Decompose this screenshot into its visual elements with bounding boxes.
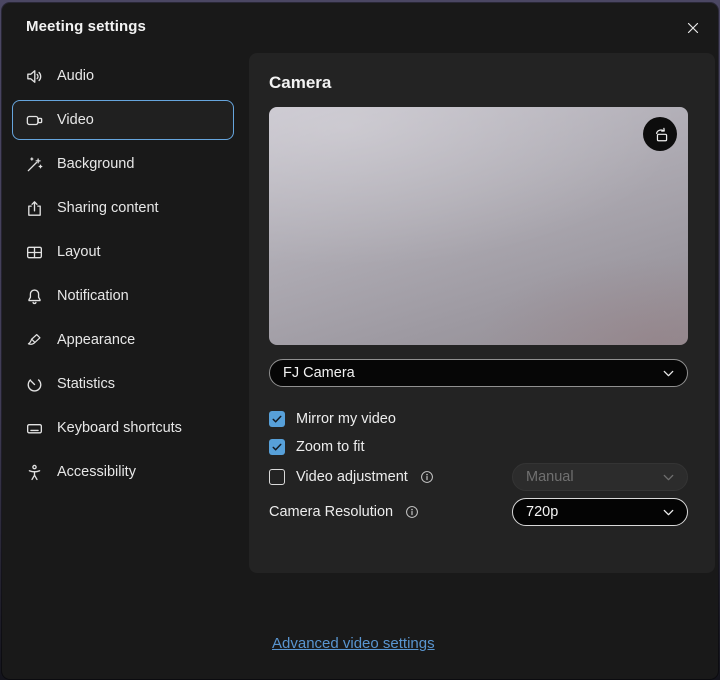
video-adjustment-label: Video adjustment [296,469,408,485]
chevron-down-icon [661,366,676,381]
dialog-title: Meeting settings [26,18,146,35]
sidebar-item-label: Background [57,156,134,172]
sidebar-item-layout[interactable]: Layout [12,232,234,272]
camera-device-select[interactable]: FJ Camera [269,359,688,387]
video-options: Mirror my video Zoom to fit Video adjust… [269,408,715,526]
mirror-video-checkbox[interactable] [269,411,285,427]
sidebar-item-appearance[interactable]: Appearance [12,320,234,360]
sidebar-item-label: Notification [57,288,129,304]
mirror-video-label: Mirror my video [296,411,396,427]
sidebar-item-label: Appearance [57,332,135,348]
video-adjustment-info-button[interactable] [420,470,434,484]
layout-grid-icon [25,243,44,262]
video-adjustment-checkbox[interactable] [269,469,285,485]
zoom-to-fit-option: Zoom to fit [269,436,715,458]
sidebar-item-audio[interactable]: Audio [12,56,234,96]
advanced-video-settings-link[interactable]: Advanced video settings [272,635,435,652]
chevron-down-icon [661,470,676,485]
sidebar-item-sharing-content[interactable]: Sharing content [12,188,234,228]
speaker-icon [25,67,44,86]
flip-camera-button[interactable] [643,117,677,151]
accessibility-icon [25,463,44,482]
chevron-down-icon [661,505,676,520]
info-icon [405,505,419,519]
video-camera-icon [25,111,44,130]
sidebar-item-background[interactable]: Background [12,144,234,184]
video-adjustment-mode-select: Manual [512,463,688,491]
sidebar-item-notification[interactable]: Notification [12,276,234,316]
meeting-settings-dialog: Meeting settings Audio Video [2,3,718,679]
sidebar-item-accessibility[interactable]: Accessibility [12,452,234,492]
sidebar-item-label: Statistics [57,376,115,392]
magic-wand-icon [25,155,44,174]
zoom-to-fit-label: Zoom to fit [296,439,365,455]
camera-resolution-row: Camera Resolution 720p [269,498,688,526]
keyboard-icon [25,419,44,438]
sidebar-item-label: Video [57,112,94,128]
sidebar-item-label: Keyboard shortcuts [57,420,182,436]
flip-camera-icon [651,125,670,144]
info-icon [420,470,434,484]
camera-resolution-info-button[interactable] [405,505,419,519]
sidebar-item-label: Accessibility [57,464,136,480]
video-adjustment-option: Video adjustment [269,469,434,485]
share-icon [25,199,44,218]
check-icon [271,413,283,425]
camera-section-title: Camera [269,73,715,95]
camera-device-value: FJ Camera [283,365,355,381]
sidebar-item-label: Layout [57,244,101,260]
sidebar-item-video[interactable]: Video [12,100,234,140]
screen: Meeting settings Audio Video [0,0,720,680]
gauge-icon [25,375,44,394]
bell-icon [25,287,44,306]
check-icon [271,441,283,453]
video-adjustment-row: Video adjustment Manual [269,463,688,491]
settings-sidebar: Audio Video Background Sharing content [2,52,249,679]
video-adjustment-mode-value: Manual [526,469,574,485]
sidebar-item-statistics[interactable]: Statistics [12,364,234,404]
close-button[interactable] [677,12,709,44]
camera-resolution-labelgroup: Camera Resolution [269,504,419,520]
sidebar-item-label: Sharing content [57,200,159,216]
camera-resolution-select[interactable]: 720p [512,498,688,526]
sidebar-item-label: Audio [57,68,94,84]
camera-resolution-label: Camera Resolution [269,504,393,520]
camera-resolution-value: 720p [526,504,558,520]
camera-preview [269,107,688,345]
video-settings-panel: Camera FJ Camera [249,53,715,573]
sidebar-item-keyboard-shortcuts[interactable]: Keyboard shortcuts [12,408,234,448]
paintbrush-icon [25,331,44,350]
mirror-video-option: Mirror my video [269,408,715,430]
close-icon [685,20,701,36]
zoom-to-fit-checkbox[interactable] [269,439,285,455]
